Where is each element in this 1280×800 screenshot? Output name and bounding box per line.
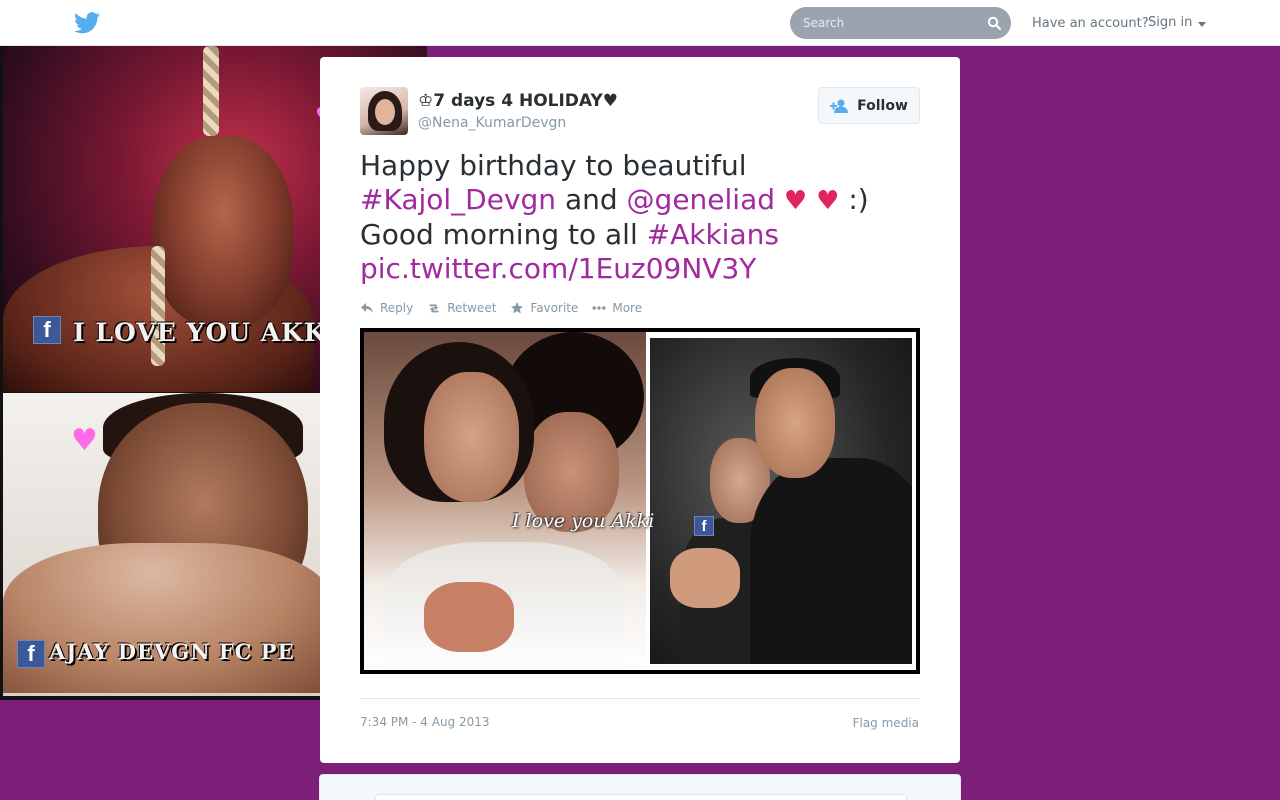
divider (360, 698, 920, 699)
more-label: More (612, 301, 643, 315)
photo-figure-hand (670, 548, 740, 608)
tweet-text-segment: :) (839, 183, 869, 216)
reply-input[interactable] (375, 794, 907, 800)
mention-link[interactable]: @geneliad (627, 183, 775, 216)
search-box[interactable] (790, 7, 1011, 39)
favorite-label: Favorite (530, 301, 579, 315)
star-icon (511, 302, 524, 314)
avatar-face (375, 99, 395, 125)
hashtag-link[interactable]: #Akkians (647, 218, 779, 251)
reply-card (319, 774, 961, 800)
pic-link[interactable]: pic.twitter.com/1Euz09NV3Y (360, 252, 756, 285)
media-photo-left (364, 332, 646, 670)
heart-icon: ♥ (71, 423, 98, 458)
user-handle[interactable]: @Nena_KumarDevgn (418, 115, 566, 131)
tweet-text: Happy birthday to beautiful #Kajol_Devgn… (360, 149, 920, 286)
tweet-card: ♔7 days 4 HOLIDAY♥ @Nena_KumarDevgn Foll… (320, 57, 960, 763)
more-dots-icon (592, 306, 606, 310)
sign-in-label: Sign in (1148, 15, 1193, 30)
tweet-text-segment: Good morning to all (360, 218, 647, 251)
background-rope (203, 46, 219, 136)
tweet-timestamp[interactable]: 7:34 PM - 4 Aug 2013 (360, 715, 490, 729)
background-figure-arms (3, 543, 333, 693)
reply-icon (361, 303, 373, 313)
retweet-icon (429, 304, 439, 313)
flag-media-link[interactable]: Flag media (853, 716, 919, 730)
retweet-button[interactable]: Retweet (427, 301, 496, 315)
search-icon[interactable] (987, 16, 1001, 30)
background-figure-face (153, 136, 293, 326)
facebook-icon: f (33, 316, 61, 344)
heart-emoji: ♥ (783, 186, 808, 216)
media-photo-right (650, 338, 912, 664)
facebook-letter: f (43, 317, 51, 342)
background-rope (151, 246, 165, 366)
tweet-actions: Reply Retweet Favorite More (360, 301, 656, 315)
top-navigation-bar: Have an account? Sign in (0, 0, 1280, 46)
twitter-bird-icon[interactable] (74, 12, 100, 34)
facebook-icon: f (17, 640, 45, 668)
have-account-label: Have an account? (1032, 16, 1149, 31)
tweet-text-segment: and (556, 183, 627, 216)
reply-label: Reply (380, 301, 414, 315)
sign-in-dropdown[interactable]: Sign in (1148, 15, 1207, 30)
photo-figure-hand (424, 582, 514, 652)
photo-figure-face (755, 368, 835, 478)
facebook-icon: f (694, 516, 714, 536)
more-button[interactable]: More (592, 301, 642, 315)
reply-button[interactable]: Reply (360, 301, 413, 315)
avatar[interactable] (360, 87, 408, 135)
photo-figure-face (424, 372, 519, 502)
facebook-letter: f (701, 518, 707, 535)
photo-figure-body (750, 458, 912, 664)
hashtag-link[interactable]: #Kajol_Devgn (360, 183, 556, 216)
follow-label: Follow (857, 97, 908, 114)
facebook-letter: f (27, 641, 35, 666)
add-user-icon (830, 99, 849, 113)
retweet-label: Retweet (447, 301, 497, 315)
chevron-down-icon (1198, 21, 1207, 27)
media-photo-frame: I love you Akki f (364, 332, 916, 670)
follow-button[interactable]: Follow (818, 87, 920, 124)
media-caption: I love you Akki (512, 510, 655, 532)
user-display-name[interactable]: ♔7 days 4 HOLIDAY♥ (418, 91, 618, 111)
background-caption-top: I LOVE YOU AKKI (73, 318, 340, 347)
tweet-text-segment: Happy birthday to beautiful (360, 149, 747, 182)
background-caption-bottom: AJAY DEVGN FC PE (49, 639, 295, 664)
search-input[interactable] (803, 16, 983, 30)
tweet-media-photo[interactable]: I love you Akki f (360, 328, 920, 674)
favorite-button[interactable]: Favorite (510, 301, 578, 315)
heart-emoji: ♥ (816, 186, 840, 216)
